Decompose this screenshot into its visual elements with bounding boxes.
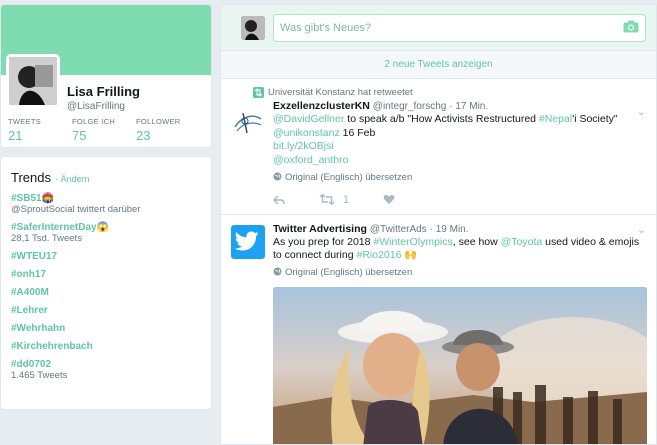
trend-sub: 28,1 Tsd. Tweets [11, 233, 82, 244]
trend-tag: #onh17 [11, 269, 47, 280]
globe-icon [273, 172, 282, 184]
chevron-down-icon[interactable]: ⌄ [637, 223, 646, 236]
translate-text: Original (Englisch) übersetzen [285, 172, 413, 184]
tweet-author-name[interactable]: ExzellenzclusterKN [273, 100, 370, 112]
tweet-header: ExzellenzclusterKN @integr_forschg · 17 … [273, 100, 646, 112]
profile-avatar[interactable] [6, 54, 60, 108]
tweet[interactable]: Twitter Advertising @TwitterAds · 19 Min… [221, 215, 656, 444]
trend-sub: @SproutSocial twittert darüber [11, 204, 141, 215]
retweet-count: 1 [343, 193, 350, 206]
stat-value: 21 [8, 128, 23, 143]
stat-label: TWEETS [8, 117, 42, 126]
trend-item[interactable]: #Kirchehrenbach [11, 341, 201, 352]
translate-link[interactable]: Original (Englisch) übersetzen [273, 267, 646, 279]
profile-card: Lisa Frilling @LisaFrilling TWEETS 21 FO… [0, 4, 212, 148]
heart-icon [383, 195, 395, 205]
camera-icon[interactable] [623, 20, 639, 36]
tweet-text-part: 16 Feb [339, 126, 376, 139]
trend-item[interactable]: #WTEU17 [11, 251, 201, 262]
trend-tag: #Lehrer [11, 305, 48, 316]
tweet-avatar[interactable] [231, 105, 265, 139]
profile-name[interactable]: Lisa Frilling [67, 84, 140, 99]
tweet-header: Twitter Advertising @TwitterAds · 19 Min… [273, 223, 646, 235]
stat-value: 23 [136, 128, 151, 143]
translate-link[interactable]: Original (Englisch) übersetzen [273, 172, 646, 184]
like-button[interactable] [383, 194, 395, 205]
trend-item[interactable]: #Lehrer [11, 305, 201, 316]
trend-tag: #Wehrhahn [11, 323, 66, 334]
trend-item[interactable]: #A400M [11, 287, 201, 298]
tweet-author-handle[interactable]: @TwitterAds [370, 224, 427, 235]
timeline: Was gibt's Neues? 2 neue Tweets anzeigen… [220, 4, 657, 445]
trend-item[interactable]: #onh17 [11, 269, 201, 280]
tweet-author-handle[interactable]: @integr_forschg [373, 101, 447, 112]
mention-link[interactable]: @unikonstanz [273, 127, 340, 139]
retweet-text[interactable]: Universität Konstanz hat retweetet [268, 87, 413, 98]
retweet-icon [253, 87, 264, 98]
tweet-author-name[interactable]: Twitter Advertising [273, 223, 367, 235]
trend-tag: #Kirchehrenbach [11, 341, 93, 352]
mention-link[interactable]: @oxford_anthro [273, 154, 348, 166]
retweet-button[interactable]: 1 [319, 194, 349, 206]
trend-sub: 1.465 Tweets [11, 370, 68, 381]
retweet-action-icon [319, 194, 335, 206]
tweet[interactable]: Universität Konstanz hat retweetet Exzel… [221, 79, 656, 215]
tweet-avatar[interactable] [231, 224, 265, 259]
translate-text: Original (Englisch) übersetzen [285, 267, 413, 279]
trend-tag: #SB51🏟️ [11, 193, 55, 204]
tweet-time[interactable]: · 17 Min. [449, 101, 488, 112]
mention-link[interactable]: @Toyota [501, 236, 543, 248]
compose-input[interactable]: Was gibt's Neues? [273, 13, 646, 42]
tweet-text-part: , see how [452, 235, 501, 248]
trend-item[interactable]: #Wehrhahn [11, 323, 201, 334]
trend-item[interactable]: #SaferInternetDay😱 28,1 Tsd. Tweets [11, 222, 201, 244]
reply-button[interactable] [273, 195, 285, 205]
stat-label: FOLGE ICH [72, 117, 116, 126]
url-link[interactable]: bit.ly/2kOBjsi [273, 140, 334, 152]
trend-item[interactable]: #dd0702 1.465 Tweets [11, 359, 201, 381]
trend-tag: #dd0702 [11, 359, 52, 370]
mention-link[interactable]: @DavidGellner [273, 113, 344, 125]
compose-box: Was gibt's Neues? [221, 5, 656, 51]
tweet-text: As you prep for 2018 #WinterOlympics, se… [273, 236, 646, 263]
stat-value: 75 [72, 128, 87, 143]
trends-card: Trends · Ändern #SB51🏟️ @SproutSocial tw… [0, 156, 212, 410]
retweet-context: Universität Konstanz hat retweetet [253, 87, 646, 98]
stat-followers[interactable]: FOLLOWER 23 [136, 117, 200, 143]
chevron-down-icon[interactable]: ⌄ [637, 105, 646, 118]
tweet-text-part: 'i Society" [572, 113, 618, 125]
compose-avatar [241, 15, 265, 40]
tweet-text: @DavidGellner to speak a/b "How Activist… [273, 113, 646, 168]
reply-icon [273, 195, 285, 205]
profile-handle[interactable]: @LisaFrilling [67, 101, 125, 112]
trends-title: Trends [11, 170, 51, 185]
stat-tweets[interactable]: TWEETS 21 [8, 117, 72, 143]
compose-placeholder: Was gibt's Neues? [280, 21, 371, 34]
trend-tag: #SaferInternetDay😱 [11, 222, 110, 233]
trend-tag: #WTEU17 [11, 251, 58, 262]
stat-following[interactable]: FOLGE ICH 75 [72, 117, 136, 143]
tweet-media-photo[interactable] [273, 286, 647, 444]
trend-tag: #A400M [11, 287, 49, 298]
tweet-time[interactable]: · 19 Min. [430, 224, 469, 235]
trends-header: Trends · Ändern [11, 170, 201, 185]
trends-change-link[interactable]: · Ändern [55, 174, 90, 184]
tweet-actions: 1 [273, 194, 646, 206]
stat-label: FOLLOWER [136, 117, 181, 126]
new-tweets-bar[interactable]: 2 neue Tweets anzeigen [221, 51, 656, 79]
trend-item[interactable]: #SB51🏟️ @SproutSocial twittert darüber [11, 193, 201, 215]
globe-icon [273, 267, 282, 279]
hashtag-link[interactable]: #Rio2016 [356, 249, 401, 261]
tweet-text-part: to speak a/b "How Activists Restructured [344, 113, 539, 125]
hashtag-link[interactable]: #WinterOlympics [373, 236, 452, 248]
tweet-text-part: 🙌 [401, 249, 418, 262]
profile-stats: TWEETS 21 FOLGE ICH 75 FOLLOWER 23 [8, 117, 200, 143]
hashtag-link[interactable]: #Nepal [539, 113, 572, 125]
tweet-text-part: As you prep for 2018 [273, 235, 374, 248]
